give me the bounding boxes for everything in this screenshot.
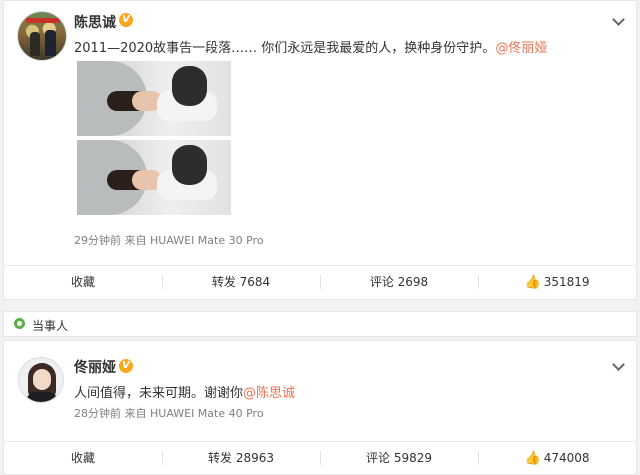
collect-label: 收藏 — [70, 451, 95, 465]
post-meta: 28分钟前 来自 HUAWEI Mate 40 Pro — [74, 407, 264, 420]
comment-button[interactable]: 评论 59829 — [320, 442, 478, 474]
post-image[interactable] — [77, 140, 231, 215]
post-text-body: 2011—2020故事告一段落…… 你们永远是我最爱的人，换种身份守护。 — [74, 41, 496, 56]
like-count: 351819 — [543, 275, 590, 289]
author-avatar[interactable] — [18, 357, 64, 403]
comment-button[interactable]: 评论 2698 — [320, 266, 478, 298]
repost-label: 转发 28963 — [208, 451, 274, 465]
post-meta: 29分钟前 来自 HUAWEI Mate 30 Pro — [74, 234, 264, 247]
repost-label: 转发 7684 — [211, 275, 271, 289]
mention-link[interactable]: @佟丽娅 — [495, 41, 547, 56]
collect-button[interactable]: 收藏 — [4, 266, 162, 298]
comment-label: 评论 2698 — [369, 275, 429, 289]
thumbs-up-icon: 👍 — [524, 451, 541, 466]
action-bar: 收藏 转发 28963 评论 59829 👍 474008 — [4, 441, 636, 474]
action-bar: 收藏 转发 7684 评论 2698 👍 351819 — [4, 265, 636, 298]
like-button[interactable]: 👍 351819 — [478, 266, 636, 298]
thumbs-up-icon: 👍 — [524, 275, 541, 290]
post-text-body: 人间值得，未来可期。谢谢你 — [74, 386, 244, 401]
chevron-down-icon[interactable] — [612, 358, 625, 371]
author-name[interactable]: 佟丽娅 — [74, 357, 116, 377]
author-avatar[interactable] — [17, 11, 67, 61]
party-tag-bar: 当事人 — [3, 311, 637, 337]
verified-v-icon: V — [119, 13, 133, 27]
collect-button[interactable]: 收藏 — [4, 442, 162, 474]
party-tag-label: 当事人 — [32, 319, 69, 333]
weibo-post-card: 佟丽娅 V 人间值得，未来可期。谢谢你@陈思诚 28分钟前 来自 HUAWEI … — [3, 340, 637, 475]
post-image[interactable] — [77, 61, 231, 136]
comment-label: 评论 59829 — [366, 451, 432, 465]
like-count: 474008 — [543, 451, 590, 465]
repost-button[interactable]: 转发 7684 — [162, 266, 320, 298]
chevron-down-icon[interactable] — [612, 13, 625, 26]
mention-link[interactable]: @陈思诚 — [243, 386, 295, 401]
repost-button[interactable]: 转发 28963 — [162, 442, 320, 474]
person-tag-icon — [14, 318, 25, 329]
verified-v-icon: V — [119, 359, 133, 373]
author-name[interactable]: 陈思诚 — [74, 12, 116, 32]
post-text: 2011—2020故事告一段落…… 你们永远是我最爱的人，换种身份守护。@佟丽娅 — [74, 37, 547, 56]
weibo-post-card: 陈思诚 V 2011—2020故事告一段落…… 你们永远是我最爱的人，换种身份守… — [3, 0, 637, 300]
post-text: 人间值得，未来可期。谢谢你@陈思诚 — [74, 382, 295, 401]
like-button[interactable]: 👍 474008 — [478, 442, 636, 474]
collect-label: 收藏 — [70, 275, 95, 289]
